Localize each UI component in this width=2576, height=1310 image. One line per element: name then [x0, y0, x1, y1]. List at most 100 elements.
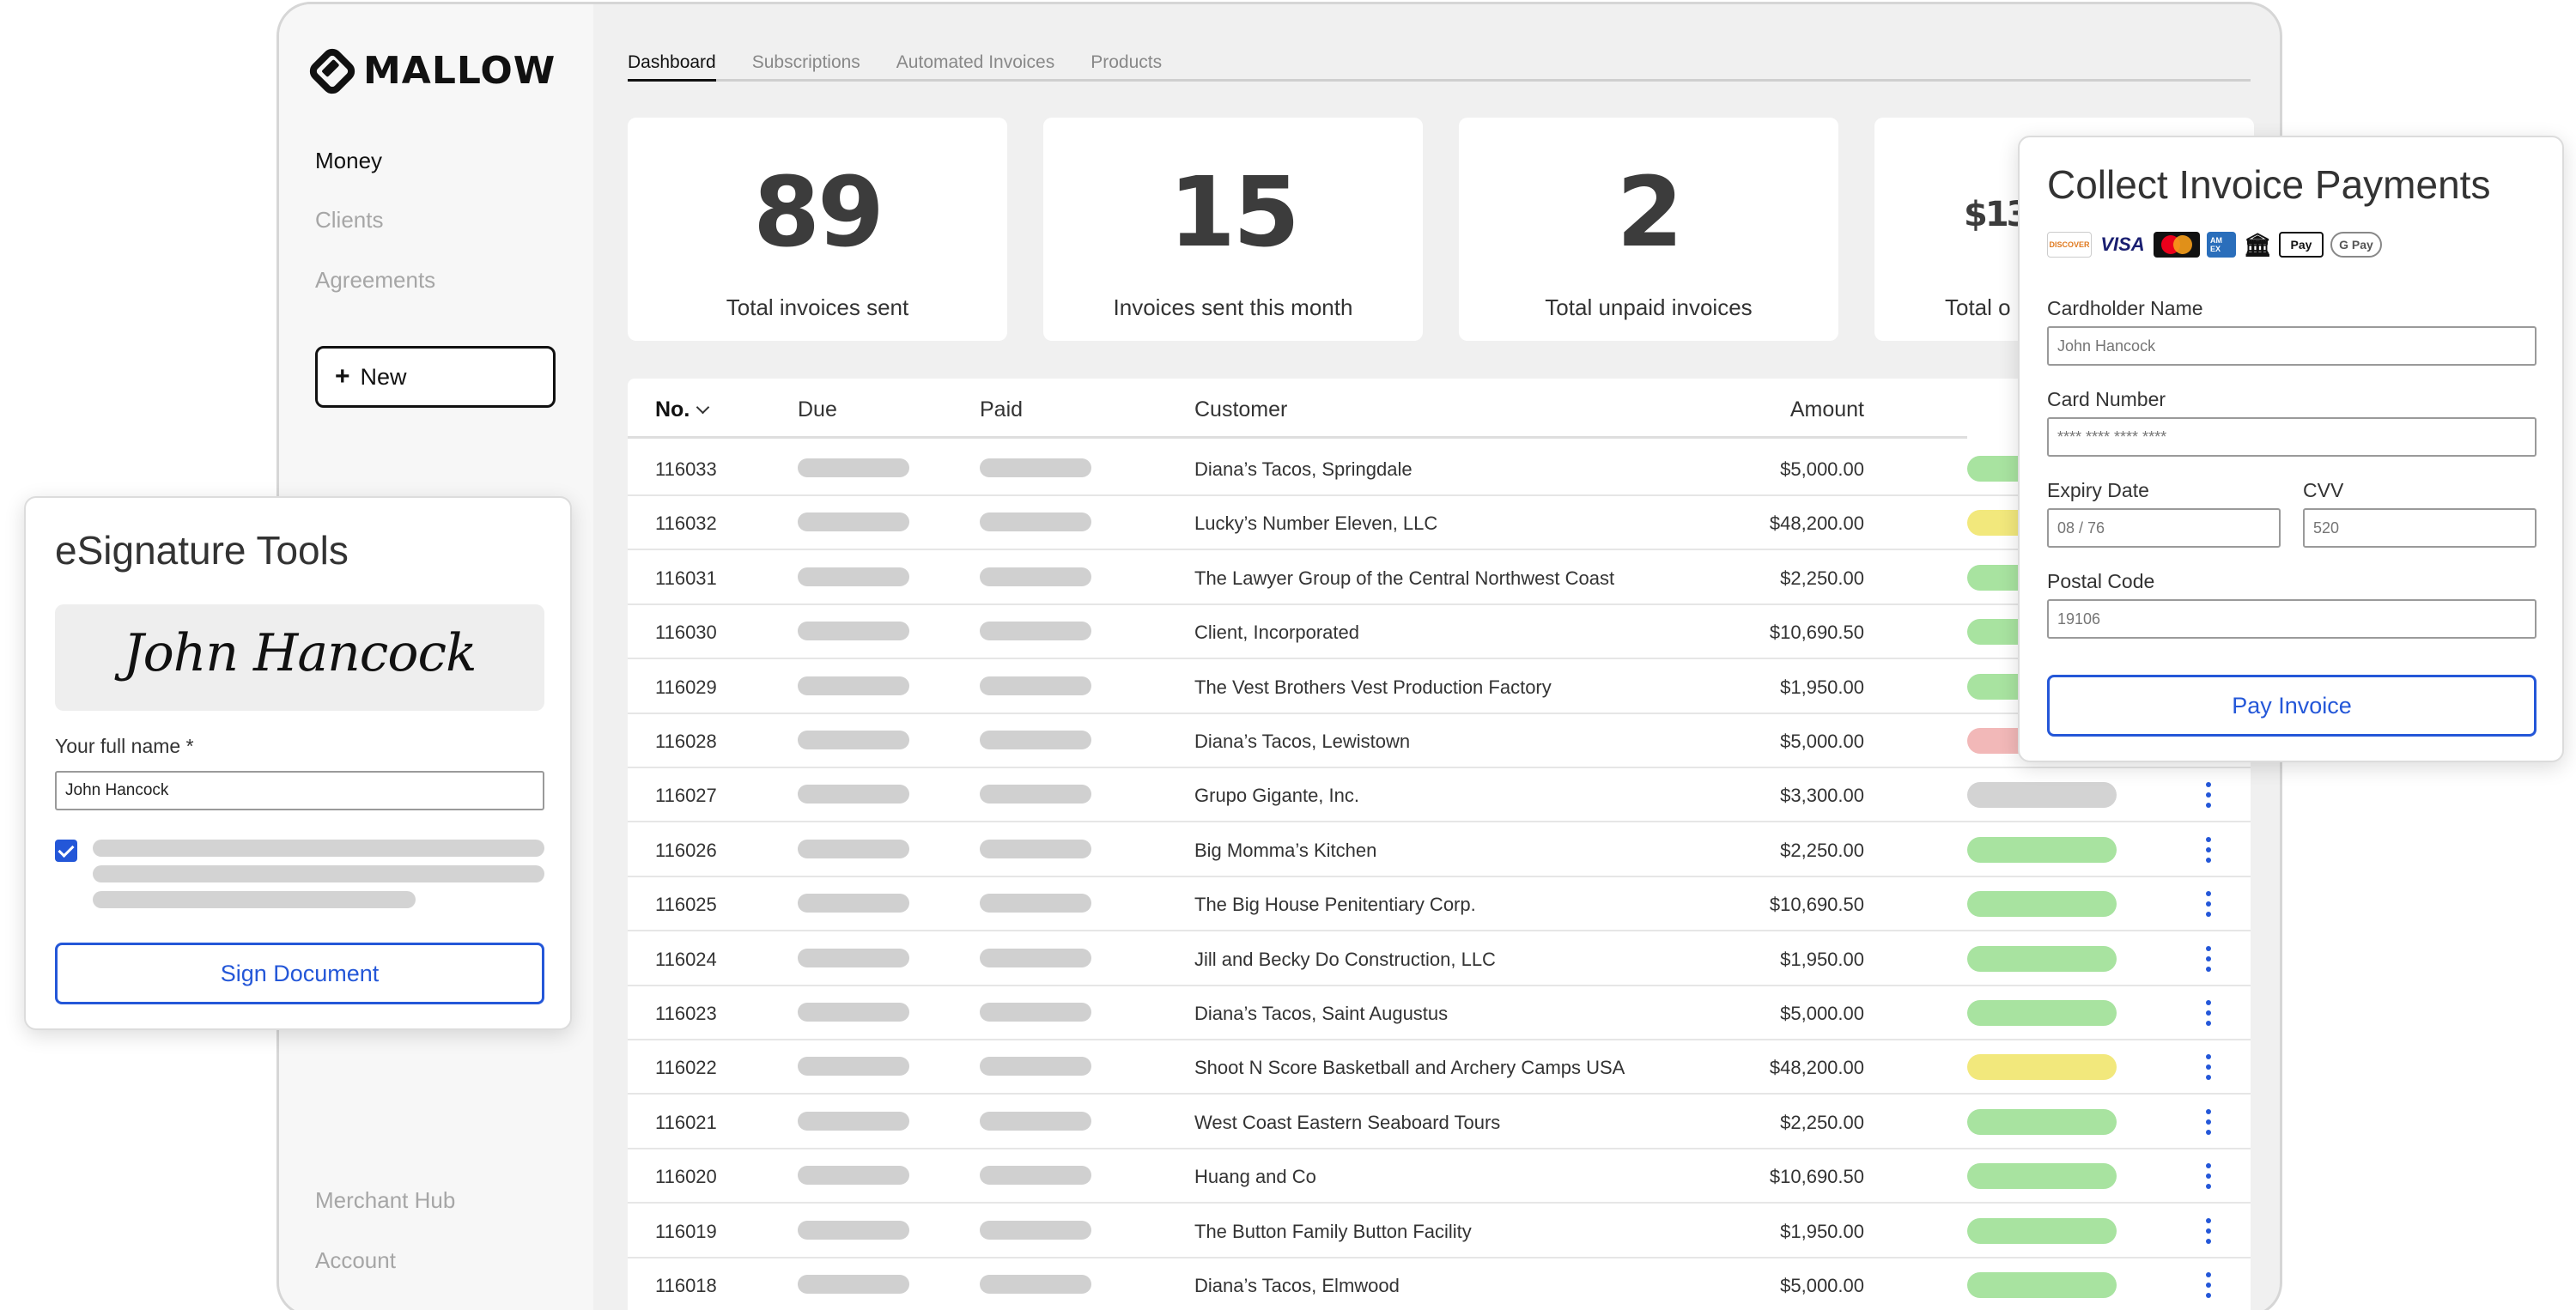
expiry-date-label: Expiry Date — [2047, 479, 2149, 501]
invoice-amount: $2,250.00 — [1780, 839, 1864, 861]
due-date-placeholder — [798, 622, 909, 641]
paid-date-placeholder — [980, 731, 1091, 749]
signature-text: John Hancock — [123, 623, 477, 683]
due-date-placeholder — [798, 839, 909, 858]
chevron-down-icon — [696, 400, 710, 415]
customer-name: Diana’s Tacos, Saint Augustus — [1194, 1003, 1449, 1024]
customer-name: Client, Incorporated — [1194, 622, 1359, 644]
agreement-text-placeholder — [93, 865, 544, 882]
table-row[interactable]: 116027 Grupo Gigante, Inc. $3,300.00 — [628, 767, 2251, 823]
stat-value: 15 — [1169, 157, 1300, 269]
table-row[interactable]: 116031 The Lawyer Group of the Central No… — [628, 550, 2251, 605]
cardholder-name-label: Cardholder Name — [2047, 297, 2203, 319]
invoice-amount: $3,300.00 — [1780, 785, 1864, 807]
table-row[interactable]: 116019 The Button Family Button Facility $… — [628, 1204, 2251, 1258]
sidebar-item-account[interactable]: Account — [315, 1247, 396, 1274]
table-row[interactable]: 116033 Diana’s Tacos, Springdale $5,000.00 — [628, 441, 2251, 496]
cardholder-name-input[interactable] — [2047, 326, 2537, 366]
tab-products[interactable]: Products — [1091, 52, 1162, 79]
accepted-payment-icons: DISCOVER VISA AM EX 🏛 Pay G Pay — [2047, 232, 2382, 258]
more-options-icon[interactable] — [2206, 1052, 2213, 1083]
invoice-amount: $10,690.50 — [1769, 1166, 1864, 1188]
table-row[interactable]: 116020 Huang and Co $10,690.50 — [628, 1149, 2251, 1204]
full-name-input[interactable] — [55, 771, 544, 810]
sidebar-item-clients[interactable]: Clients — [315, 207, 383, 233]
more-options-icon[interactable] — [2206, 834, 2213, 865]
invoice-number: 116031 — [655, 567, 717, 589]
more-options-icon[interactable] — [2206, 888, 2213, 919]
more-options-icon[interactable] — [2206, 1270, 2213, 1301]
stat-card-unpaid-invoices: 2 Total unpaid invoices — [1459, 118, 1838, 341]
sidebar-item-money[interactable]: Money — [315, 148, 382, 174]
paid-date-placeholder — [980, 512, 1091, 532]
due-date-placeholder — [798, 785, 909, 804]
status-badge — [1967, 1163, 2117, 1190]
paid-date-placeholder — [980, 1275, 1091, 1294]
table-row[interactable]: 116018 Diana’s Tacos, Elmwood $5,000.00 — [628, 1258, 2251, 1310]
postal-code-input[interactable] — [2047, 599, 2537, 639]
customer-name: Big Momma’s Kitchen — [1194, 839, 1377, 861]
table-row[interactable]: 116030 Client, Incorporated $10,690.50 — [628, 604, 2251, 660]
tab-automated-invoices[interactable]: Automated Invoices — [896, 52, 1054, 79]
apple-pay-icon: Pay — [2279, 232, 2324, 258]
status-badge — [1967, 1272, 2117, 1298]
sidebar-item-merchant-hub[interactable]: Merchant Hub — [315, 1187, 455, 1214]
postal-code-label: Postal Code — [2047, 570, 2155, 592]
column-header-amount[interactable]: Amount — [1790, 397, 1864, 422]
more-options-icon[interactable] — [2206, 943, 2213, 974]
invoice-amount: $1,950.00 — [1780, 676, 1864, 698]
table-row[interactable]: 116024 Jill and Becky Do Construction, LL… — [628, 931, 2251, 986]
table-row[interactable]: 116028 Diana’s Tacos, Lewistown $5,000.00 — [628, 713, 2251, 768]
status-badge — [1967, 1217, 2117, 1244]
column-header-customer[interactable]: Customer — [1194, 397, 1287, 422]
expiry-date-input[interactable] — [2047, 508, 2281, 548]
payment-card: Collect Invoice Payments DISCOVER VISA A… — [2018, 136, 2564, 762]
due-date-placeholder — [798, 676, 909, 695]
table-row[interactable]: 116023 Diana’s Tacos, Saint Augustus $5,00… — [628, 986, 2251, 1040]
google-pay-icon: G Pay — [2330, 232, 2382, 258]
invoice-number: 116018 — [655, 1275, 717, 1296]
more-options-icon[interactable] — [2206, 1161, 2213, 1192]
paid-date-placeholder — [980, 1003, 1091, 1022]
tab-dashboard[interactable]: Dashboard — [628, 52, 716, 82]
due-date-placeholder — [798, 731, 909, 749]
column-header-paid[interactable]: Paid — [980, 397, 1023, 422]
agreement-text-placeholder — [93, 891, 416, 908]
paid-date-placeholder — [980, 785, 1091, 804]
column-header-due[interactable]: Due — [798, 397, 837, 422]
sign-document-button[interactable]: Sign Document — [55, 943, 544, 1004]
stat-value: 89 — [753, 157, 884, 269]
card-number-input[interactable] — [2047, 417, 2537, 457]
table-row[interactable]: 116029 The Vest Brothers Vest Production … — [628, 659, 2251, 714]
table-row[interactable]: 116022 Shoot N Score Basketball and Arche… — [628, 1040, 2251, 1095]
more-options-icon[interactable] — [2206, 779, 2213, 810]
table-row[interactable]: 116021 West Coast Eastern Seaboard Tours $… — [628, 1095, 2251, 1149]
more-options-icon[interactable] — [2206, 1216, 2213, 1246]
paid-date-placeholder — [980, 839, 1091, 858]
invoice-number: 116028 — [655, 731, 717, 752]
paid-date-placeholder — [980, 676, 1091, 695]
due-date-placeholder — [798, 1220, 909, 1240]
tab-bar: Dashboard Subscriptions Automated Invoic… — [628, 52, 2251, 82]
cvv-input[interactable] — [2303, 508, 2537, 548]
table-row[interactable]: 116026 Big Momma’s Kitchen $2,250.00 — [628, 822, 2251, 877]
agree-checkbox[interactable] — [55, 840, 77, 862]
plus-icon: + — [335, 362, 350, 391]
more-options-icon[interactable] — [2206, 998, 2213, 1028]
status-badge — [1967, 891, 2117, 918]
logo[interactable]: MALLOW — [305, 44, 556, 98]
more-options-icon[interactable] — [2206, 1107, 2213, 1137]
tab-subscriptions[interactable]: Subscriptions — [752, 52, 860, 79]
discover-icon: DISCOVER — [2047, 232, 2092, 258]
pay-invoice-button[interactable]: Pay Invoice — [2047, 675, 2537, 737]
table-row[interactable]: 116025 The Big House Penitentiary Corp. $1… — [628, 876, 2251, 932]
due-date-placeholder — [798, 512, 909, 532]
sidebar-item-agreements[interactable]: Agreements — [315, 267, 435, 294]
stat-card-total-invoices: 89 Total invoices sent — [628, 118, 1007, 341]
new-button[interactable]: + New — [315, 346, 556, 408]
new-button-label: New — [360, 363, 407, 390]
customer-name: Diana’s Tacos, Lewistown — [1194, 731, 1411, 752]
table-row[interactable]: 116032 Lucky’s Number Eleven, LLC $48,200.… — [628, 495, 2251, 551]
invoice-number: 116022 — [655, 1057, 717, 1079]
column-header-no[interactable]: No. — [655, 397, 710, 422]
